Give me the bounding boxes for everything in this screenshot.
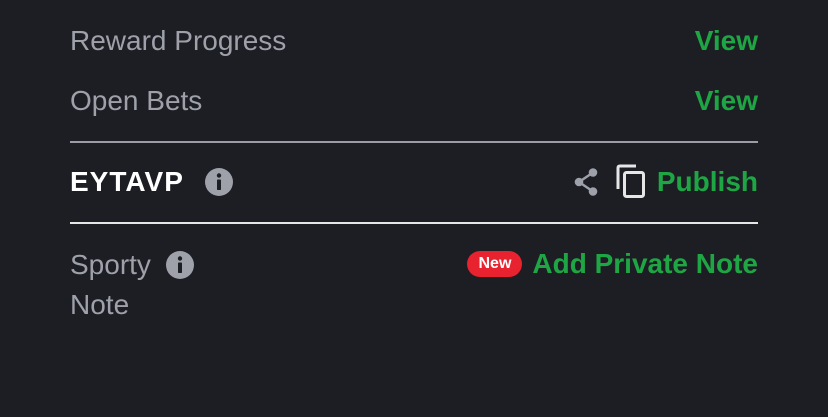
copy-icon[interactable] [615,164,647,200]
divider-bottom [70,222,758,224]
sporty-note-label-line2: Note [70,289,130,320]
publish-button[interactable]: Publish [657,168,758,196]
share-icon[interactable] [571,166,601,198]
new-badge: New [467,251,523,277]
open-bets-row: Open Bets View [70,85,758,117]
note-info-icon[interactable] [165,250,195,280]
sporty-note-label-line1: Sporty [70,249,151,280]
booking-code: EYTAVP [70,166,184,197]
info-icon[interactable] [204,167,234,197]
add-note-action: New Add Private Note [467,250,758,278]
reward-progress-row: Reward Progress View [70,25,758,57]
sporty-note-title: Sporty [70,250,195,280]
divider-top [70,141,758,143]
sporty-note-label-group: Sporty Note [70,250,195,319]
reward-progress-view-link[interactable]: View [695,27,758,55]
open-bets-label: Open Bets [70,85,203,116]
add-private-note-link[interactable]: Add Private Note [532,250,758,278]
sporty-note-row: Sporty Note New Add Private Note [70,250,758,322]
booking-actions: Publish [571,164,758,200]
booking-code-row: EYTAVP Publish [70,164,758,200]
reward-progress-label: Reward Progress [70,25,287,56]
open-bets-view-link[interactable]: View [695,87,758,115]
booking-code-group: EYTAVP [70,167,234,197]
